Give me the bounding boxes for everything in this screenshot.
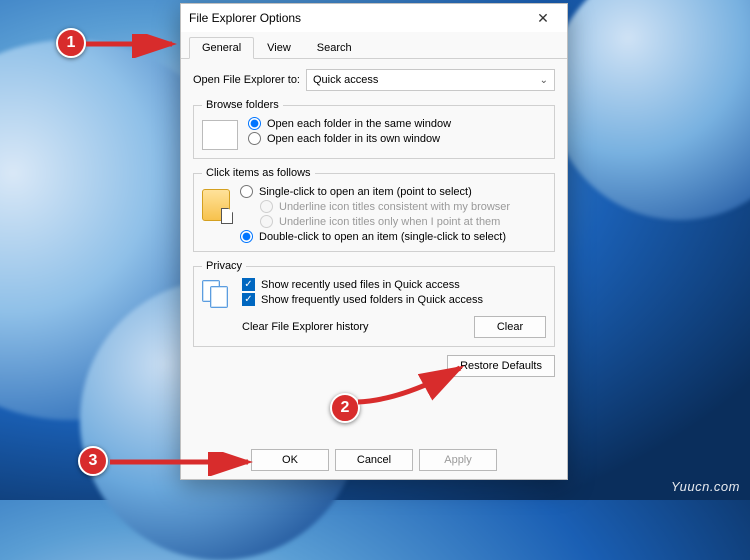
open-explorer-row: Open File Explorer to: Quick access ⌄ xyxy=(193,69,555,91)
privacy-legend: Privacy xyxy=(202,260,246,272)
checkbox-label: Show recently used files in Quick access xyxy=(261,279,460,291)
radio-same-window[interactable]: Open each folder in the same window xyxy=(248,117,546,130)
annotation-badge-2: 2 xyxy=(330,393,360,423)
cancel-button[interactable]: Cancel xyxy=(335,449,413,471)
radio-input xyxy=(260,200,273,213)
button-label: Apply xyxy=(444,454,472,466)
checkbox-label: Show frequently used folders in Quick ac… xyxy=(261,294,483,306)
clear-history-label: Clear File Explorer history xyxy=(242,321,369,333)
tab-strip: General View Search xyxy=(181,32,567,59)
open-explorer-combo[interactable]: Quick access ⌄ xyxy=(306,69,555,91)
radio-label: Underline icon titles consistent with my… xyxy=(279,201,510,213)
radio-label: Double-click to open an item (single-cli… xyxy=(259,231,506,243)
click-items-group: Click items as follows Single-click to o… xyxy=(193,167,555,252)
tab-label: General xyxy=(202,42,241,54)
watermark: Yuucn.com xyxy=(671,479,740,494)
annotation-badge-1: 1 xyxy=(56,28,86,58)
chevron-down-icon: ⌄ xyxy=(540,75,548,86)
radio-single-click[interactable]: Single-click to open an item (point to s… xyxy=(240,185,546,198)
dialog-content: Open File Explorer to: Quick access ⌄ Br… xyxy=(181,59,567,385)
tab-search[interactable]: Search xyxy=(304,37,365,59)
file-explorer-options-dialog: File Explorer Options ✕ General View Sea… xyxy=(180,3,568,480)
open-explorer-label: Open File Explorer to: xyxy=(193,74,300,86)
button-label: Restore Defaults xyxy=(460,360,542,372)
browse-folders-group: Browse folders Open each folder in the s… xyxy=(193,99,555,159)
browse-folders-legend: Browse folders xyxy=(202,99,283,111)
apply-button: Apply xyxy=(419,449,497,471)
folder-click-icon xyxy=(202,189,230,221)
checkbox-frequent-folders[interactable]: ✓ Show frequently used folders in Quick … xyxy=(242,293,546,306)
radio-label: Underline icon titles only when I point … xyxy=(279,216,500,228)
radio-input[interactable] xyxy=(248,132,261,145)
radio-input xyxy=(260,215,273,228)
radio-label: Open each folder in the same window xyxy=(267,118,451,130)
clear-history-row: Clear File Explorer history Clear xyxy=(242,316,546,338)
restore-defaults-row: Restore Defaults xyxy=(193,355,555,377)
close-button[interactable]: ✕ xyxy=(527,7,559,29)
radio-label: Single-click to open an item (point to s… xyxy=(259,186,472,198)
tab-label: Search xyxy=(317,42,352,54)
background-bloom xyxy=(550,0,750,220)
dialog-footer: OK Cancel Apply xyxy=(181,449,567,471)
button-label: Clear xyxy=(497,321,523,333)
radio-own-window[interactable]: Open each folder in its own window xyxy=(248,132,546,145)
titlebar: File Explorer Options ✕ xyxy=(181,4,567,32)
checkbox-recent-files[interactable]: ✓ Show recently used files in Quick acce… xyxy=(242,278,546,291)
close-icon: ✕ xyxy=(537,10,549,27)
radio-input[interactable] xyxy=(240,185,253,198)
radio-input[interactable] xyxy=(240,230,253,243)
radio-double-click[interactable]: Double-click to open an item (single-cli… xyxy=(240,230,546,243)
ok-button[interactable]: OK xyxy=(251,449,329,471)
clear-button[interactable]: Clear xyxy=(474,316,546,338)
checkbox-checked-icon: ✓ xyxy=(242,278,255,291)
restore-defaults-button[interactable]: Restore Defaults xyxy=(447,355,555,377)
radio-label: Open each folder in its own window xyxy=(267,133,440,145)
button-label: Cancel xyxy=(357,454,391,466)
checkbox-checked-icon: ✓ xyxy=(242,293,255,306)
annotation-badge-3: 3 xyxy=(78,446,108,476)
tab-view[interactable]: View xyxy=(254,37,304,59)
folder-window-icon xyxy=(202,120,238,150)
click-items-legend: Click items as follows xyxy=(202,167,315,179)
radio-input[interactable] xyxy=(248,117,261,130)
radio-underline-browser: Underline icon titles consistent with my… xyxy=(260,200,546,213)
tab-general[interactable]: General xyxy=(189,37,254,59)
window-title: File Explorer Options xyxy=(189,11,527,25)
privacy-group: Privacy ✓ Show recently used files in Qu… xyxy=(193,260,555,347)
combo-value: Quick access xyxy=(313,74,378,86)
documents-icon xyxy=(202,280,232,308)
tab-label: View xyxy=(267,42,291,54)
radio-underline-point: Underline icon titles only when I point … xyxy=(260,215,546,228)
button-label: OK xyxy=(282,454,298,466)
